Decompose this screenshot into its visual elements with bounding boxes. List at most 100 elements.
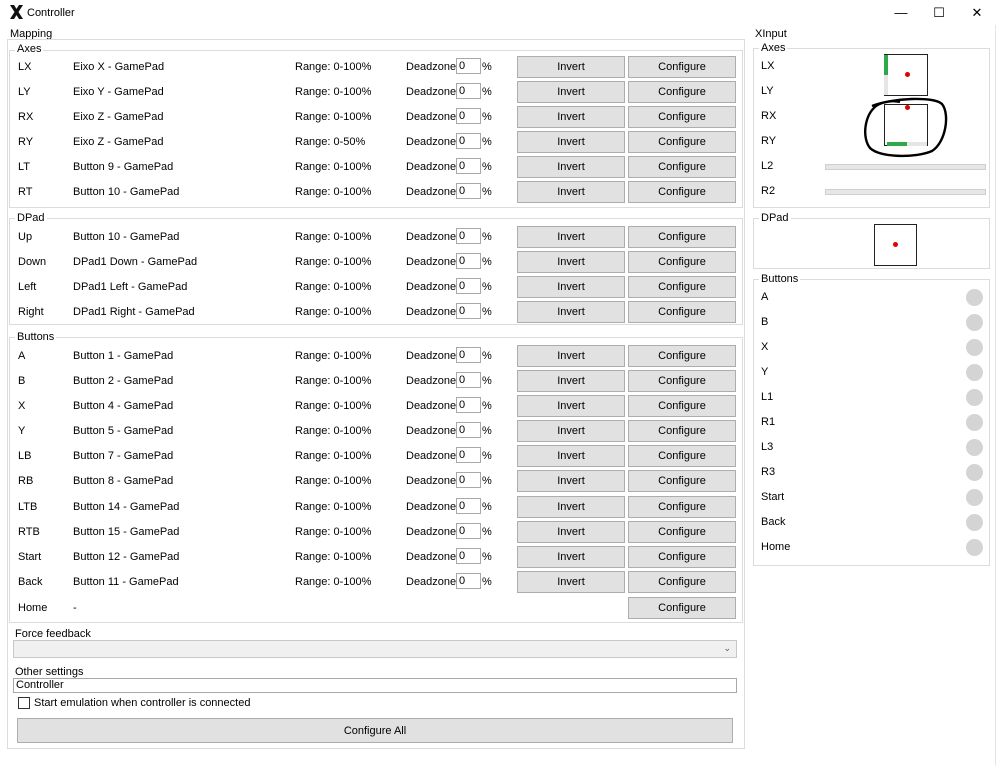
configure-button[interactable]: Configure (628, 571, 736, 593)
invert-button[interactable]: Invert (517, 571, 625, 593)
deadzone-input[interactable] (456, 498, 481, 514)
invert-button[interactable]: Invert (517, 81, 625, 103)
xinput-button-indicator (966, 389, 983, 406)
configure-button[interactable]: Configure (628, 546, 736, 568)
invert-button[interactable]: Invert (517, 395, 625, 417)
invert-button[interactable]: Invert (517, 131, 625, 153)
invert-button[interactable]: Invert (517, 521, 625, 543)
control-name: A (18, 350, 26, 362)
configure-button[interactable]: Configure (628, 251, 736, 273)
source-name: Button 1 - GamePad (73, 350, 174, 362)
deadzone-input[interactable] (456, 158, 481, 174)
xinput-axis-label: R2 (761, 185, 776, 197)
deadzone-input[interactable] (456, 183, 481, 199)
mapping-row-back: Back Button 11 - GamePad Range: 0-100% Dead… (10, 570, 742, 595)
deadzone-label: Deadzone: (406, 400, 460, 412)
source-name: DPad1 Right - GamePad (73, 306, 195, 318)
source-name: Button 5 - GamePad (73, 425, 174, 437)
deadzone-input[interactable] (456, 447, 481, 463)
configure-button[interactable]: Configure (628, 470, 736, 492)
deadzone-label: Deadzone: (406, 375, 460, 387)
invert-button[interactable]: Invert (517, 251, 625, 273)
configure-all-button[interactable]: Configure All (17, 718, 733, 743)
invert-button[interactable]: Invert (517, 470, 625, 492)
mapping-row-home: Home - Configure (10, 596, 742, 621)
invert-button[interactable]: Invert (517, 370, 625, 392)
configure-button[interactable]: Configure (628, 181, 736, 203)
configure-button[interactable]: Configure (628, 521, 736, 543)
deadzone-label: Deadzone: (406, 425, 460, 437)
invert-button[interactable]: Invert (517, 496, 625, 518)
invert-button[interactable]: Invert (517, 445, 625, 467)
controller-name-field[interactable]: Controller (13, 678, 737, 693)
dpad-indicator (874, 224, 917, 266)
configure-button[interactable]: Configure (628, 301, 736, 323)
xinput-button-indicator (966, 289, 983, 306)
configure-button[interactable]: Configure (628, 420, 736, 442)
configure-button[interactable]: Configure (628, 597, 736, 619)
configure-button[interactable]: Configure (628, 445, 736, 467)
deadzone-input[interactable] (456, 303, 481, 319)
deadzone-label: Deadzone: (406, 61, 460, 73)
deadzone-input[interactable] (456, 372, 481, 388)
deadzone-input[interactable] (456, 573, 481, 589)
xinput-button-label: L3 (761, 441, 774, 453)
deadzone-input[interactable] (456, 347, 481, 363)
deadzone-input[interactable] (456, 83, 481, 99)
xinput-axis-label: LY (761, 85, 774, 97)
deadzone-input[interactable] (456, 472, 481, 488)
xinput-buttons-group (753, 279, 990, 566)
configure-button[interactable]: Configure (628, 496, 736, 518)
maximize-button[interactable]: ☐ (920, 0, 958, 25)
configure-button[interactable]: Configure (628, 345, 736, 367)
deadzone-input[interactable] (456, 253, 481, 269)
deadzone-input[interactable] (456, 397, 481, 413)
close-button[interactable]: ✕ (958, 0, 996, 25)
invert-button[interactable]: Invert (517, 420, 625, 442)
minimize-icon: — (894, 5, 908, 20)
force-feedback-select[interactable]: ⌄ (13, 640, 737, 658)
title-bar: Controller — ☐ ✕ (0, 0, 1000, 25)
configure-button[interactable]: Configure (628, 276, 736, 298)
control-name: LB (18, 450, 32, 462)
xinput-button-indicator (966, 439, 983, 456)
r2-trigger-bar (825, 189, 986, 195)
configure-button[interactable]: Configure (628, 131, 736, 153)
configure-button[interactable]: Configure (628, 226, 736, 248)
deadzone-input[interactable] (456, 422, 481, 438)
configure-button[interactable]: Configure (628, 370, 736, 392)
invert-button[interactable]: Invert (517, 156, 625, 178)
xinput-label: XInput (755, 28, 787, 40)
invert-button[interactable]: Invert (517, 181, 625, 203)
deadzone-input[interactable] (456, 523, 481, 539)
configure-button[interactable]: Configure (628, 81, 736, 103)
invert-button[interactable]: Invert (517, 301, 625, 323)
control-name: RB (18, 475, 34, 487)
invert-button[interactable]: Invert (517, 106, 625, 128)
configure-button[interactable]: Configure (628, 156, 736, 178)
xinput-button-indicator (966, 514, 983, 531)
deadzone-input[interactable] (456, 108, 481, 124)
deadzone-input[interactable] (456, 133, 481, 149)
invert-button[interactable]: Invert (517, 345, 625, 367)
minimize-button[interactable]: — (882, 0, 920, 25)
xinput-button-indicator (966, 364, 983, 381)
deadzone-input[interactable] (456, 548, 481, 564)
mapping-row-up: Up Button 10 - GamePad Range: 0-100% Deadzo… (10, 225, 742, 250)
chevron-down-icon: ⌄ (723, 643, 731, 653)
range-text: Range: 0-100% (295, 350, 372, 362)
range-text: Range: 0-100% (295, 61, 372, 73)
invert-button[interactable]: Invert (517, 276, 625, 298)
invert-button[interactable]: Invert (517, 546, 625, 568)
configure-button[interactable]: Configure (628, 56, 736, 78)
deadzone-input[interactable] (456, 278, 481, 294)
invert-button[interactable]: Invert (517, 56, 625, 78)
configure-button[interactable]: Configure (628, 395, 736, 417)
invert-button[interactable]: Invert (517, 226, 625, 248)
deadzone-input[interactable] (456, 228, 481, 244)
deadzone-input[interactable] (456, 58, 481, 74)
xinput-button-label: R1 (761, 416, 776, 428)
start-emulation-checkbox[interactable] (18, 697, 30, 709)
control-name: Start (18, 551, 42, 563)
configure-button[interactable]: Configure (628, 106, 736, 128)
